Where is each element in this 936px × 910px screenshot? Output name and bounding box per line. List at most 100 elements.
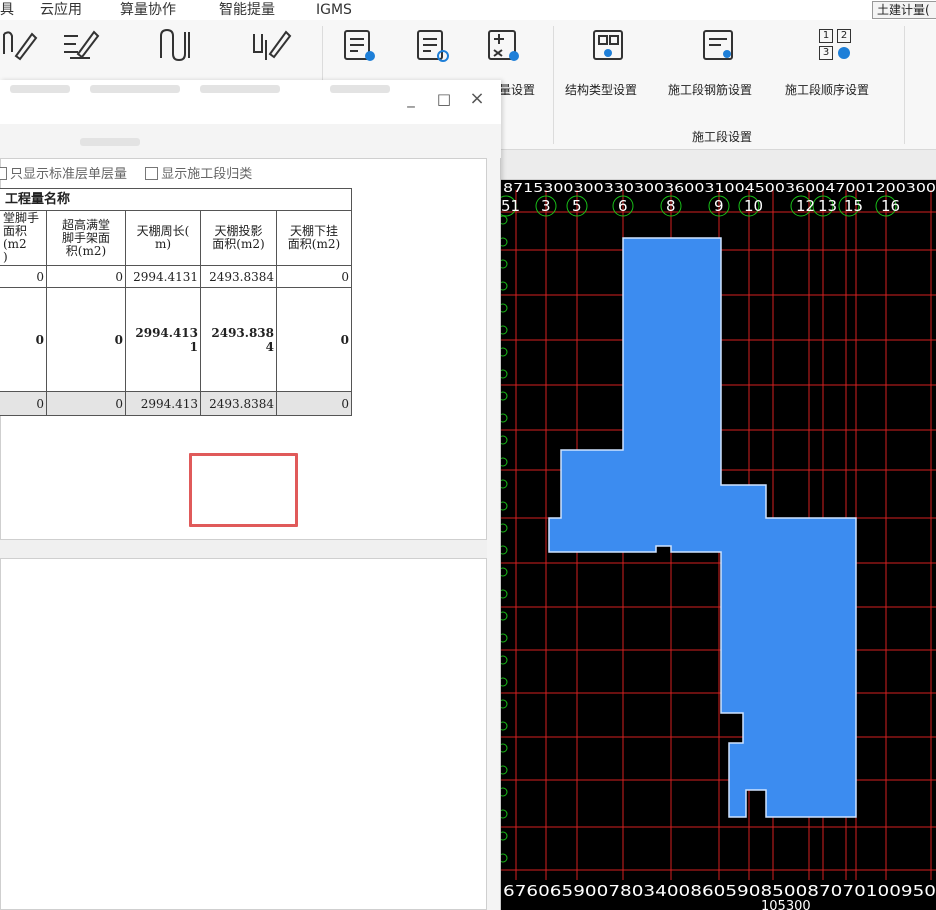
- structure-type-button[interactable]: 结构类型设置: [565, 81, 637, 98]
- modify-line-icon[interactable]: [60, 26, 106, 62]
- plan-drawing[interactable]: 51 3 5 6 8 9 10 12 13 15 16 87153003003303003600310…: [495, 180, 936, 910]
- list-settings-icon[interactable]: [342, 28, 378, 64]
- gear-icon: [838, 47, 850, 59]
- table-cell[interactable]: 2493.8384: [200, 265, 277, 288]
- header-line: 面积(m2: [3, 224, 28, 251]
- table-total-row[interactable]: 0 0 2994.413 2493.8384 0: [0, 391, 352, 416]
- table-cell[interactable]: 0: [0, 391, 47, 416]
- column-header[interactable]: 堂脚手 面积(m2): [0, 210, 47, 266]
- table-cell[interactable]: 0: [276, 265, 352, 288]
- axis-label: 6: [618, 197, 628, 215]
- table-cell[interactable]: 2493.838 4: [200, 287, 277, 392]
- drawing-canvas[interactable]: 51 3 5 6 8 9 10 12 13 15 16 87153003003303003600310…: [495, 180, 936, 910]
- table-row[interactable]: 0 0 2994.4131 2493.8384 0: [0, 265, 352, 288]
- display-options: 只显示标准层单层量 显示施工段归类: [0, 163, 252, 182]
- axis-label: 3: [541, 197, 551, 215]
- header-line: ): [3, 250, 8, 264]
- offset-path-icon[interactable]: [155, 26, 195, 62]
- close-button[interactable]: ×: [466, 88, 488, 110]
- product-tab[interactable]: 土建计量(: [872, 1, 936, 19]
- minimize-button[interactable]: _: [400, 88, 422, 110]
- axis-bubble: [498, 699, 508, 709]
- axis-label: 5: [572, 197, 582, 215]
- axis-bubble: [498, 655, 508, 665]
- rebar-settings-icon[interactable]: [701, 28, 737, 64]
- structure-type-icon[interactable]: [591, 28, 627, 64]
- sequence-settings-icon[interactable]: 1 2 3: [817, 29, 855, 63]
- axis-bubble: [498, 545, 508, 555]
- detail-panel: [0, 558, 487, 910]
- construction-segment-checkbox[interactable]: [145, 167, 159, 180]
- split-edit-icon[interactable]: [250, 26, 296, 62]
- rebar-settings-button[interactable]: 施工段钢筋设置: [668, 81, 752, 98]
- table-cell[interactable]: 2994.413: [125, 391, 201, 416]
- axis-bubble: [498, 479, 508, 489]
- axis-bubble: [498, 391, 508, 401]
- header-line: 天棚投影: [214, 224, 263, 238]
- table-cell[interactable]: 2493.8384: [200, 391, 277, 416]
- sequence-digit: 2: [837, 29, 851, 43]
- axis-bubble: [498, 765, 508, 775]
- calc-settings-label[interactable]: 量设置: [499, 81, 535, 98]
- total-dimension-text: 105300: [761, 899, 811, 910]
- axis-bubble: [498, 237, 508, 247]
- sequence-digit: 1: [819, 29, 833, 43]
- axis-bubble: [498, 831, 508, 841]
- bottom-dimension-text: 6760659007803400860590850087070100950: [503, 882, 936, 900]
- app-window: 具 云应用 算量协作 智能提量 IGMS 土建计量(量设置 结构类型设置 施工…: [0, 0, 936, 910]
- axis-label: 51: [501, 197, 520, 215]
- blurred-title-text: [330, 85, 390, 93]
- axis-bubble: [498, 633, 508, 643]
- table-cell[interactable]: 0: [46, 391, 126, 416]
- ribbon-separator: [904, 26, 905, 144]
- header-line: m): [154, 237, 172, 251]
- calc-settings-icon[interactable]: [486, 28, 522, 64]
- table-cell[interactable]: 0: [46, 265, 126, 288]
- edit-pen-icon[interactable]: [0, 26, 40, 62]
- maximize-button[interactable]: □: [433, 88, 455, 110]
- axis-bubble: [498, 435, 508, 445]
- drawing-tab-strip: [501, 150, 936, 180]
- axis-label: 15: [844, 197, 863, 215]
- menu-cloud-app[interactable]: 云应用: [40, 0, 82, 20]
- table-cell[interactable]: 0: [276, 287, 352, 392]
- menu-igms[interactable]: IGMS: [316, 0, 352, 20]
- quantity-table: 工程量名称 堂脚手 面积(m2) 超高满堂 脚手架面 积(m2) 天棚周长(m) 天棚…: [0, 188, 352, 416]
- menubar: 具 云应用 算量协作 智能提量 IGMS 土建计量(: [0, 0, 936, 20]
- axis-label: 12: [796, 197, 815, 215]
- table-cell[interactable]: 2994.413 1: [125, 287, 201, 392]
- sequence-settings-button[interactable]: 施工段顺序设置: [785, 81, 869, 98]
- table-cell[interactable]: 0: [0, 265, 47, 288]
- axis-label: 16: [881, 197, 900, 215]
- header-line: 堂脚手: [3, 211, 40, 225]
- menu-tools[interactable]: 具: [0, 0, 14, 20]
- column-header[interactable]: 天棚投影 面积(m2): [200, 210, 277, 266]
- axis-bubble: [498, 457, 508, 467]
- axis-bubble: [498, 325, 508, 335]
- header-line: 天棚周长(: [136, 224, 190, 238]
- menu-collaboration[interactable]: 算量协作: [120, 0, 176, 20]
- axis-bubble: [498, 853, 508, 863]
- axis-bubble: [498, 743, 508, 753]
- column-header[interactable]: 超高满堂 脚手架面 积(m2): [46, 210, 126, 266]
- ribbon-group-label: 施工段设置: [692, 130, 753, 144]
- list-refresh-icon[interactable]: [415, 28, 451, 64]
- blurred-title-text: [200, 85, 280, 93]
- table-row[interactable]: 0 0 2994.413 1 2493.838 4 0: [0, 287, 352, 392]
- header-line: 脚手架面: [61, 230, 110, 245]
- blurred-title-text: [90, 85, 180, 93]
- axis-bubble: [498, 413, 508, 423]
- axis-bubble: [498, 347, 508, 357]
- axis-bubble: [498, 677, 508, 687]
- dialog-title-bar[interactable]: _ □ ×: [0, 80, 501, 124]
- table-cell[interactable]: 0: [46, 287, 126, 392]
- column-header[interactable]: 天棚下挂 面积(m2): [276, 210, 352, 266]
- axis-bubble: [498, 281, 508, 291]
- table-cell[interactable]: 0: [0, 287, 47, 392]
- column-header[interactable]: 天棚周长(m): [125, 210, 201, 266]
- standard-floor-checkbox[interactable]: [0, 167, 7, 180]
- menu-smart-extract[interactable]: 智能提量: [219, 0, 275, 20]
- table-cell[interactable]: 2994.4131: [125, 265, 201, 288]
- panel-splitter[interactable]: [0, 540, 487, 558]
- table-cell[interactable]: 0: [276, 391, 352, 416]
